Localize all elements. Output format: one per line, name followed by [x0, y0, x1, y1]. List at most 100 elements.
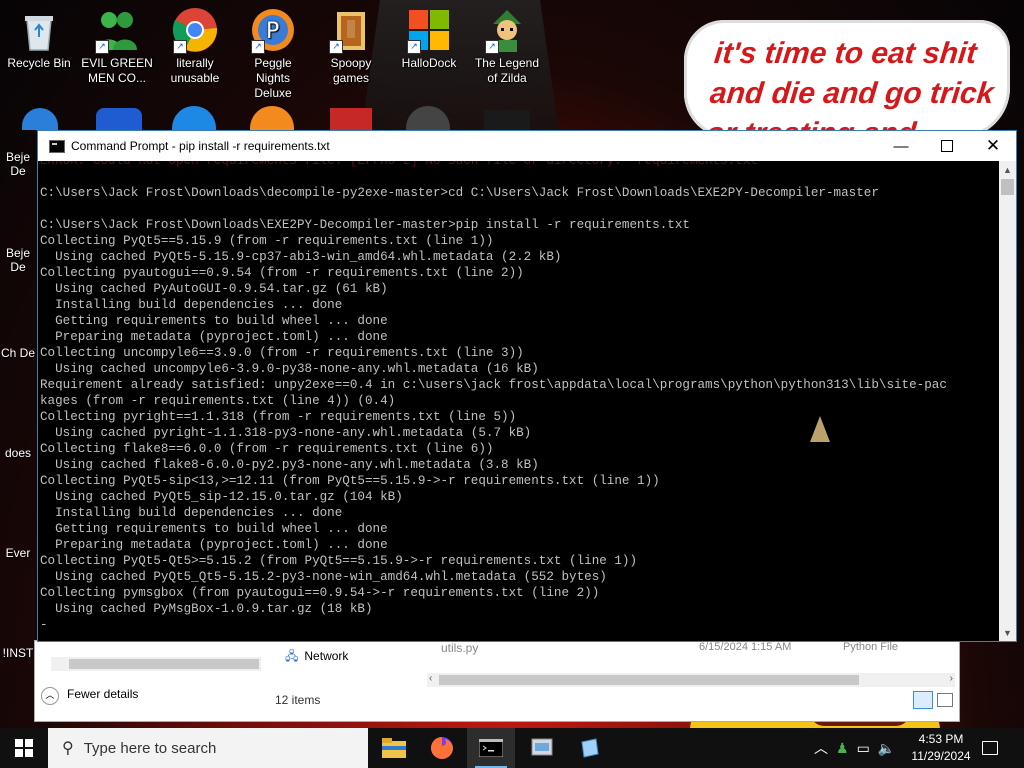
scroll-down-icon[interactable]: ▼ — [999, 624, 1016, 641]
mouse-cursor-icon — [810, 416, 830, 442]
desktop-icon-bejeweled-1[interactable]: Beje De — [0, 150, 36, 178]
minimize-button[interactable]: — — [878, 131, 924, 161]
scrollbar-thumb[interactable] — [439, 675, 859, 685]
scroll-left-icon[interactable]: ‹ — [429, 673, 432, 684]
taskbar-clock[interactable]: 4:53 PM 11/29/2024 — [904, 731, 978, 765]
peggle-2-icon[interactable] — [250, 106, 294, 130]
taskbar-notepad[interactable] — [566, 728, 614, 768]
taskbar-app-window[interactable] — [518, 728, 566, 768]
console-line: kages (from -r requirements.txt (line 4)… — [40, 394, 396, 408]
console-line: C:\Users\Jack Frost\Downloads\decompile-… — [40, 186, 879, 200]
folder-icon: ↗ — [327, 6, 375, 54]
terminal-icon — [479, 739, 503, 757]
taskbar: ⚲ Type here to search ︿ ♟ ▭ 🔈 4:53 PM 11… — [0, 728, 1024, 768]
console-output[interactable]: ERROR: Could not open requirements file:… — [38, 161, 999, 641]
taskbar-file-explorer[interactable] — [370, 728, 418, 768]
folder-icon — [382, 738, 406, 758]
file-row[interactable]: utils.py — [441, 641, 478, 655]
close-button[interactable]: ✕ — [970, 131, 1016, 161]
shortcut-arrow-icon: ↗ — [485, 40, 499, 54]
maximize-button[interactable] — [924, 131, 970, 161]
windows-logo-icon: ↗ — [405, 6, 453, 54]
notifications-button[interactable] — [982, 728, 998, 768]
clock-time: 4:53 PM — [918, 732, 964, 746]
console-vertical-scrollbar[interactable]: ▲ ▼ — [999, 161, 1016, 641]
taskbar-firefox[interactable] — [418, 728, 466, 768]
console-line: Collecting uncompyle6==3.9.0 (from -r re… — [40, 346, 524, 360]
network-icon[interactable]: ▭ — [857, 740, 870, 757]
network-icon: 🖧 — [285, 649, 299, 663]
desktop-icon-label: The Legend of Zilda — [474, 56, 540, 85]
scrollbar-thumb[interactable] — [1001, 179, 1014, 195]
people-icon[interactable]: ♟ — [836, 740, 849, 757]
maximize-icon — [941, 140, 953, 152]
console-line: Installing build dependencies ... done — [40, 298, 343, 312]
shortcut-arrow-icon: ↗ — [173, 40, 187, 54]
details-view-icon[interactable] — [913, 691, 933, 709]
file-date: 6/15/2024 1:15 AM — [699, 641, 792, 653]
console-line: Installing build dependencies ... done — [40, 506, 343, 520]
minimize-icon: — — [893, 137, 909, 155]
desktop-icon-label: Beje De — [5, 150, 31, 178]
console-line: Collecting pyright==1.1.318 (from -r req… — [40, 410, 517, 424]
desktop-icon-spoopy-games[interactable]: ↗ Spoopy games — [314, 0, 388, 86]
desktop-icon-label: Beje De — [5, 246, 31, 274]
edge-icon[interactable] — [172, 106, 216, 130]
desktop-icon-label: !INST — [2, 646, 34, 660]
window-title-bar[interactable]: Command Prompt - pip install -r requirem… — [38, 131, 1016, 161]
console-line: Using cached flake8-6.0.0-py2.py3-none-a… — [40, 458, 539, 472]
volume-icon[interactable]: 🔈 — [878, 740, 895, 757]
search-placeholder: Type here to search — [83, 739, 217, 757]
desktop-icon-does[interactable]: does — [0, 446, 36, 460]
desktop-icon-ever[interactable]: Ever — [0, 546, 36, 560]
clock-date: 11/29/2024 — [911, 749, 971, 763]
desktop-icon-evil-green-men[interactable]: ↗ EVIL GREEN MEN CO... — [80, 0, 154, 86]
game-m-icon[interactable] — [96, 108, 142, 130]
desktop-icon-bejeweled-2[interactable]: Beje De — [0, 246, 36, 274]
show-hidden-icons-icon[interactable]: ︿ — [814, 738, 828, 758]
notification-icon — [982, 741, 998, 755]
chevron-up-icon: ︿ — [41, 687, 59, 705]
fewer-details-button[interactable]: ︿ Fewer details — [41, 687, 138, 705]
console-line: Using cached pyright-1.1.318-py3-none-an… — [40, 426, 532, 440]
bejeweled-icon[interactable] — [22, 108, 58, 130]
yashma-icon[interactable] — [484, 110, 530, 130]
scrollbar-thumb[interactable] — [69, 659, 259, 669]
scroll-up-icon[interactable]: ▲ — [999, 161, 1016, 178]
desktop-icon-legend-of-zilda[interactable]: ↗ The Legend of Zilda — [470, 0, 544, 86]
desktop-icon-label: Spoopy games — [330, 56, 372, 85]
console-error-line: ERROR: Could not open requirements file:… — [40, 161, 766, 168]
console-line: Preparing metadata (pyproject.toml) ... … — [40, 330, 388, 344]
notepad-icon — [581, 738, 599, 758]
console-line: Collecting PyQt5-sip<13,>=12.11 (from Py… — [40, 474, 660, 488]
windows-start-icon — [15, 739, 33, 757]
desktop-icon-peggle[interactable]: P ↗ Peggle Nights Deluxe — [236, 0, 310, 101]
desktop-icon-label: Ever — [5, 546, 31, 560]
scroll-right-icon[interactable]: › — [950, 673, 953, 684]
taskbar-search-box[interactable]: ⚲ Type here to search — [48, 728, 368, 768]
desktop-icon-ch[interactable]: Ch De — [0, 346, 36, 360]
desktop-icon-label: EVIL GREEN MEN CO... — [81, 56, 153, 85]
file-type: Python File — [843, 641, 899, 653]
large-icons-view-icon[interactable] — [937, 693, 953, 707]
console-line: Collecting pyautogui==0.9.54 (from -r re… — [40, 266, 524, 280]
desktop-icon-inst[interactable]: !INST — [0, 646, 36, 660]
flash-icon[interactable] — [330, 108, 372, 130]
desktop-icon-hallodock[interactable]: ↗ HalloDock — [392, 0, 466, 71]
desktop-icon-label: Ch De — [0, 346, 35, 360]
desktop-icon-literally-unusable[interactable]: ↗ literally unusable — [158, 0, 232, 86]
nav-item-network[interactable]: 🖧 Network — [285, 647, 348, 668]
shortcut-arrow-icon: ↗ — [95, 40, 109, 54]
nav-horizontal-scrollbar[interactable] — [51, 657, 261, 671]
files-horizontal-scrollbar[interactable]: ‹ › — [427, 673, 955, 687]
desktop-icon-recycle-bin[interactable]: Recycle Bin — [2, 0, 76, 71]
peggle-icon: P ↗ — [249, 6, 297, 54]
taskbar-command-prompt[interactable] — [467, 728, 515, 768]
command-prompt-window[interactable]: Command Prompt - pip install -r requirem… — [37, 130, 1017, 642]
window-app-icon — [531, 738, 553, 756]
start-button[interactable] — [0, 728, 48, 768]
system-tray: ︿ ♟ ▭ 🔈 — [814, 728, 895, 768]
console-line: Getting requirements to build wheel ... … — [40, 314, 388, 328]
